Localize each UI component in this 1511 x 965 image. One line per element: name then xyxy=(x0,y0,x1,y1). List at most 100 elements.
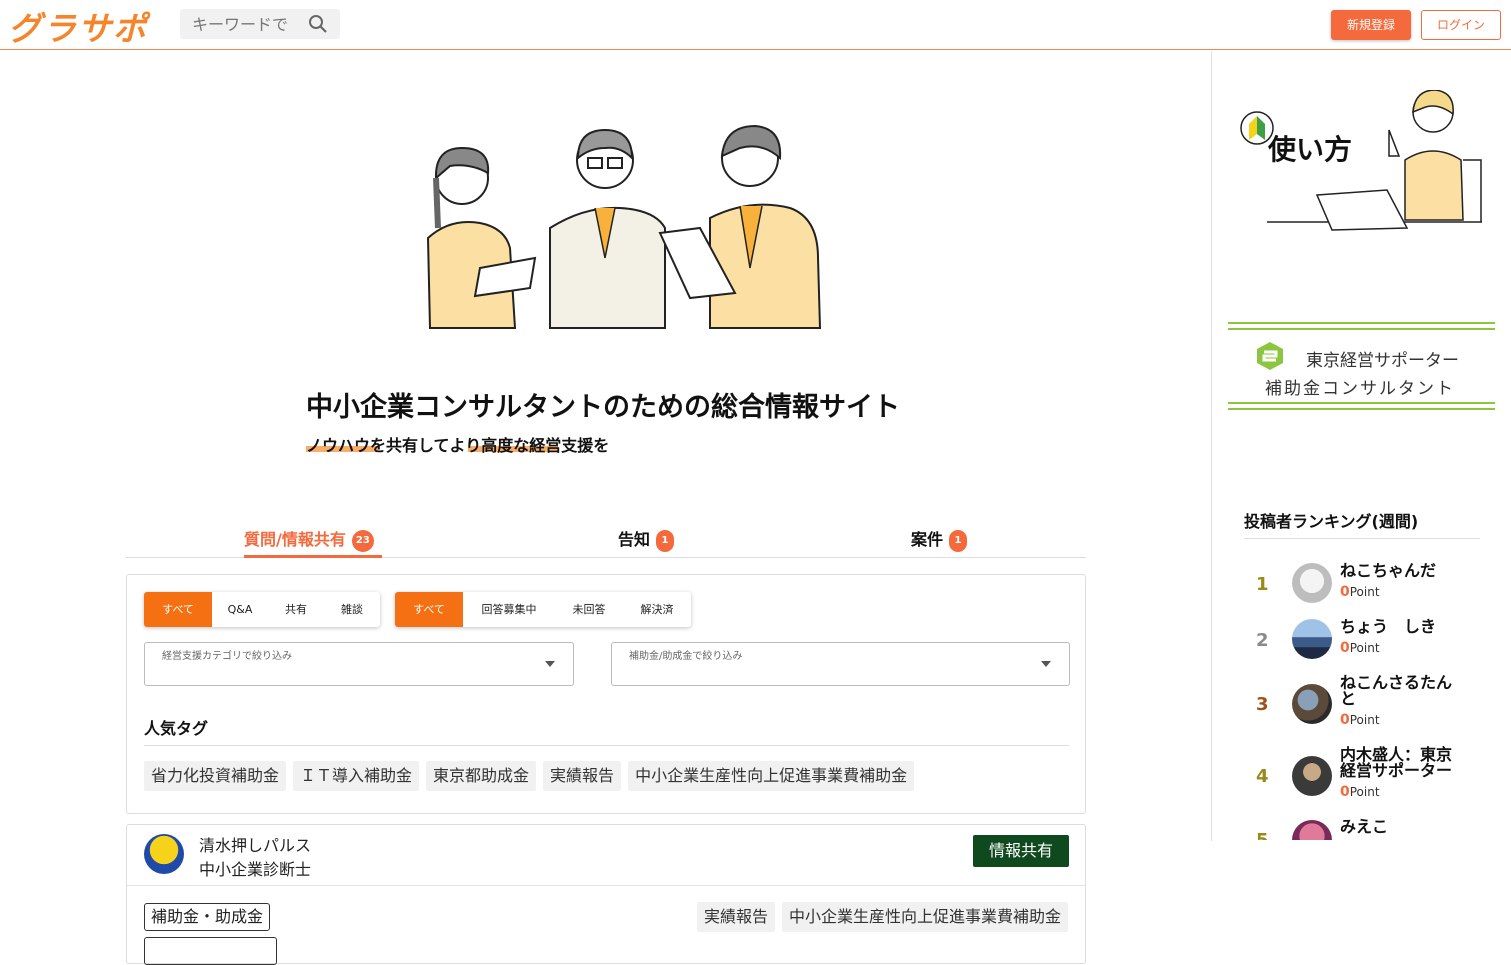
ranking-user-name[interactable]: ねこちゃんだ xyxy=(1340,563,1460,579)
points-unit: Point xyxy=(1349,641,1380,655)
points-unit: Point xyxy=(1349,585,1380,599)
filter-type-qa[interactable]: Q&A xyxy=(212,592,268,627)
banner-rule xyxy=(1228,328,1495,330)
subsidy-select-label: 補助金/助成金で絞り込み xyxy=(629,651,743,662)
site-header: グラサポ 新規登録 ログイン xyxy=(0,0,1511,50)
filter-panel: すべて Q&A 共有 雑談 すべて 回答募集中 未回答 解決済 経営支援カテゴリ… xyxy=(126,574,1086,814)
post-tag[interactable]: 中小企業生産性向上促進事業費補助金 xyxy=(781,902,1068,932)
filter-type-share[interactable]: 共有 xyxy=(268,592,324,627)
howto-label: 使い方 xyxy=(1268,133,1353,166)
popular-tag[interactable]: 中小企業生産性向上促進事業費補助金 xyxy=(628,761,915,791)
points-value: 0 xyxy=(1340,584,1350,600)
popular-tag[interactable]: 東京都助成金 xyxy=(426,761,537,791)
avatar[interactable] xyxy=(144,834,184,874)
chevron-down-icon xyxy=(545,661,555,667)
rank-number: 1 xyxy=(1256,574,1269,595)
search-input[interactable] xyxy=(180,9,300,39)
filter-status-all[interactable]: すべて xyxy=(395,592,463,627)
login-button[interactable]: ログイン xyxy=(1421,10,1501,40)
ranking-item[interactable]: 4 内木盛人：東京経営サポーター 0Point xyxy=(1244,745,1484,805)
points-value: 0 xyxy=(1340,640,1350,656)
banner-line1: 東京経営サポーター xyxy=(1306,351,1459,371)
hero-title: 中小企業コンサルタントのための総合情報サイト xyxy=(306,392,900,423)
tab-label: 案件 xyxy=(911,530,944,549)
divider xyxy=(127,885,1085,886)
sidebar-divider xyxy=(1211,51,1212,841)
ranking-heading: 投稿者ランキング(週間) xyxy=(1244,512,1419,531)
ranking-item[interactable]: 2 ちょう しき 0Point xyxy=(1244,617,1484,677)
category-select[interactable]: 経営支援カテゴリで絞り込み xyxy=(144,642,574,686)
popular-tags-heading: 人気タグ xyxy=(144,719,209,738)
banner-rule xyxy=(1228,402,1495,404)
filter-status-open[interactable]: 回答募集中 xyxy=(463,592,555,627)
ranking-points: 0Point xyxy=(1340,712,1380,728)
points-value: 0 xyxy=(1340,712,1350,728)
tab-announcements[interactable]: 告知 1 xyxy=(618,526,675,552)
active-tab-indicator xyxy=(244,555,382,558)
rank-number: 4 xyxy=(1256,766,1269,787)
filter-type-chat[interactable]: 雑談 xyxy=(324,592,380,627)
post-card[interactable]: 清水押しパルス 中小企業診断士 情報共有 補助金・助成金 実績報告 中小企業生産… xyxy=(126,824,1086,965)
ranking-user-name[interactable]: 内木盛人：東京経営サポーター xyxy=(1340,747,1460,779)
tab-questions[interactable]: 質問/情報共有 23 xyxy=(244,526,374,552)
category-tag[interactable]: 補助金・助成金 xyxy=(144,903,271,931)
content-tabs: 質問/情報共有 23 告知 1 案件 1 xyxy=(126,518,1086,558)
sidebar-scroll-clip xyxy=(1212,840,1511,944)
chevron-down-icon xyxy=(1041,661,1051,667)
tab-count-badge: 23 xyxy=(351,529,374,552)
supporter-logo-icon xyxy=(1257,342,1283,370)
tab-count-badge: 1 xyxy=(949,529,968,552)
category-select-label: 経営支援カテゴリで絞り込み xyxy=(162,651,292,662)
banner-line2: 補助金コンサルタント xyxy=(1265,379,1455,399)
banner-rule xyxy=(1228,408,1495,410)
filter-status-unanswered[interactable]: 未回答 xyxy=(555,592,623,627)
banner-rule xyxy=(1228,322,1495,324)
filter-type-all[interactable]: すべて xyxy=(144,592,212,627)
howto-banner[interactable]: 使い方 xyxy=(1237,90,1487,240)
points-unit: Point xyxy=(1349,713,1380,727)
rank-number: 3 xyxy=(1256,694,1269,715)
ranking-points: 0Point xyxy=(1340,640,1380,656)
ranking-user-name[interactable]: ちょう しき xyxy=(1340,619,1460,635)
search-icon[interactable] xyxy=(308,14,328,34)
post-type-badge: 情報共有 xyxy=(973,835,1069,867)
popular-tag[interactable]: 実績報告 xyxy=(543,761,622,791)
popular-tag[interactable]: ＩＴ導入補助金 xyxy=(293,761,420,791)
search-box[interactable] xyxy=(180,9,340,39)
author-name[interactable]: 清水押しパルス xyxy=(199,832,311,856)
post-tag[interactable]: 実績報告 xyxy=(696,902,775,932)
avatar[interactable] xyxy=(1292,563,1332,603)
site-logo[interactable]: グラサポ xyxy=(8,2,148,50)
ranking-item[interactable]: 3 ねこんさるたんと 0Point xyxy=(1244,673,1484,733)
post-tags: 実績報告 中小企業生産性向上促進事業費補助金 xyxy=(696,902,1068,932)
rank-number: 2 xyxy=(1256,630,1269,651)
tab-label: 告知 xyxy=(618,530,651,549)
popular-tag[interactable]: 省力化投資補助金 xyxy=(144,761,287,791)
hero-illustration xyxy=(426,124,822,329)
subsidy-select[interactable]: 補助金/助成金で絞り込み xyxy=(611,642,1070,686)
tokyo-supporter-banner[interactable]: 東京経営サポーター 補助金コンサルタント xyxy=(1228,322,1495,412)
post-type-filter: すべて Q&A 共有 雑談 xyxy=(144,592,380,627)
ranking-user-name[interactable]: ねこんさるたんと xyxy=(1340,675,1460,707)
popular-tags-list: 省力化投資補助金 ＩＴ導入補助金 東京都助成金 実績報告 中小企業生産性向上促進… xyxy=(144,761,915,791)
divider xyxy=(1244,538,1480,539)
points-value: 0 xyxy=(1340,784,1350,800)
points-unit: Point xyxy=(1349,785,1380,799)
ranking-user-name[interactable]: みえこ xyxy=(1340,819,1460,835)
category-tag[interactable] xyxy=(144,937,277,965)
avatar[interactable] xyxy=(1292,619,1332,659)
ranking-points: 0Point xyxy=(1340,784,1380,800)
author-role: 中小企業診断士 xyxy=(199,860,312,879)
avatar[interactable] xyxy=(1292,684,1332,724)
filter-status-resolved[interactable]: 解決済 xyxy=(623,592,691,627)
tab-label: 質問/情報共有 xyxy=(244,530,346,549)
ranking-item[interactable]: 1 ねこちゃんだ 0Point xyxy=(1244,561,1484,621)
ranking-points: 0Point xyxy=(1340,584,1380,600)
hero-subtitle: ノウハウを共有してより高度な経営支援を xyxy=(306,436,610,455)
register-button[interactable]: 新規登録 xyxy=(1331,10,1411,40)
status-filter: すべて 回答募集中 未回答 解決済 xyxy=(395,592,691,627)
tab-projects[interactable]: 案件 1 xyxy=(911,526,968,552)
divider xyxy=(144,745,1069,746)
tab-count-badge: 1 xyxy=(656,529,675,552)
avatar[interactable] xyxy=(1292,756,1332,796)
